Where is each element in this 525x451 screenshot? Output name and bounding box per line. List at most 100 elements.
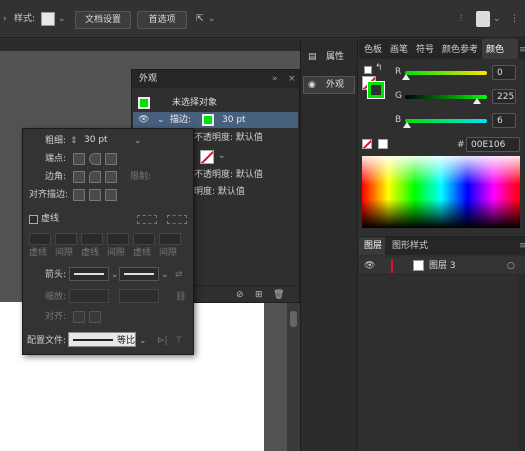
scrollbar-thumb[interactable] — [290, 311, 297, 327]
panel-menu-icon[interactable] — [476, 11, 490, 27]
align-inside-icon[interactable] — [89, 189, 101, 201]
b-value-input[interactable]: 6 — [492, 113, 516, 128]
b-slider-track[interactable] — [405, 119, 487, 123]
corner-label: 边角: — [45, 172, 67, 182]
panel-collapse-icon[interactable]: » — [272, 73, 278, 85]
tab-swatches[interactable]: 色板 — [364, 44, 382, 56]
butt-cap-icon[interactable] — [73, 153, 85, 165]
panel-menu-chevron-icon[interactable]: ⌄ — [493, 13, 501, 25]
opacity-row-2[interactable]: 不透明度: 默认值 — [194, 169, 263, 181]
start-scale-field[interactable] — [69, 289, 109, 303]
tab-color-guide[interactable]: 颜色参考 — [442, 44, 478, 56]
start-arrowhead-chevron-icon[interactable]: ⌄ — [111, 269, 119, 281]
miter-join-icon[interactable] — [73, 171, 85, 183]
stroke-expand-chevron-icon[interactable]: ⌄ — [157, 114, 165, 126]
opacity-row-3[interactable]: 明度: 默认值 — [194, 186, 245, 198]
b-slider-thumb[interactable] — [403, 122, 411, 128]
dash-field-3[interactable] — [133, 233, 155, 245]
gap-field-3[interactable] — [159, 233, 181, 245]
gap-field-2[interactable] — [107, 233, 129, 245]
dash-field-2[interactable] — [81, 233, 103, 245]
align-outside-icon[interactable] — [105, 189, 117, 201]
tab-color[interactable]: 颜色 — [486, 44, 504, 56]
arrow-extend-icon[interactable] — [73, 311, 85, 323]
appearance-dock-label[interactable]: 外观 — [326, 79, 344, 91]
stroke-color-swatch[interactable] — [202, 114, 214, 126]
color-panel-menu-icon[interactable]: ≡ — [519, 44, 525, 56]
tab-brushes[interactable]: 画笔 — [390, 44, 408, 56]
dashed-checkbox[interactable] — [29, 215, 38, 224]
stroke-label[interactable]: 描边: — [170, 114, 191, 126]
g-label: G — [395, 91, 402, 101]
gap-field-1[interactable] — [55, 233, 77, 245]
vertical-scrollbar[interactable] — [287, 303, 300, 451]
projecting-cap-icon[interactable] — [105, 153, 117, 165]
dash-field-1[interactable] — [29, 233, 51, 245]
tab-symbols[interactable]: 符号 — [416, 44, 434, 56]
arrange-icon[interactable]: ⇱ — [196, 13, 204, 25]
g-value-input[interactable]: 225 — [492, 89, 516, 104]
end-arrowhead-select[interactable] — [119, 267, 159, 281]
r-slider-thumb[interactable] — [402, 74, 410, 80]
style-dropdown-chevron-icon[interactable]: ⌄ — [58, 13, 66, 25]
tab-graphic-styles[interactable]: 图形样式 — [392, 240, 428, 252]
duplicate-item-icon[interactable]: ⊞ — [255, 289, 263, 301]
properties-label[interactable]: 属性 — [326, 51, 344, 63]
panel-close-icon[interactable]: × — [288, 73, 296, 85]
fill-none-swatch[interactable] — [200, 150, 214, 164]
flip-across-icon[interactable]: ⊤ — [175, 335, 183, 347]
weight-input[interactable]: 30 pt — [80, 133, 132, 149]
weight-dropdown-chevron-icon[interactable]: ⌄ — [134, 135, 142, 147]
align-icon[interactable]: ⫶ — [460, 13, 462, 25]
collapse-chevron-icon[interactable]: › — [3, 13, 7, 25]
start-arrowhead-select[interactable] — [69, 267, 109, 281]
arrow-place-icon[interactable] — [89, 311, 101, 323]
fill-dropdown-chevron-icon[interactable]: ⌄ — [218, 150, 226, 162]
properties-icon[interactable]: ▤ — [308, 51, 317, 63]
weight-stepper-icon[interactable]: ⇕ — [70, 135, 78, 147]
bevel-join-icon[interactable] — [105, 171, 117, 183]
g-slider-thumb[interactable] — [473, 98, 481, 104]
dashed-label: 虚线 — [41, 214, 60, 224]
align-center-icon[interactable] — [73, 189, 85, 201]
appearance-dock-icon[interactable]: ◉ — [308, 79, 316, 91]
style-swatch[interactable] — [41, 12, 55, 26]
layers-panel-menu-icon[interactable]: ≡ — [519, 240, 525, 252]
link-scale-icon[interactable]: ⛓ — [175, 291, 186, 303]
layer-name[interactable]: 图层 3 — [429, 260, 456, 272]
swap-fill-stroke-icon[interactable]: ↰ — [375, 62, 383, 74]
arrange-dropdown-chevron-icon[interactable]: ⌄ — [208, 13, 216, 25]
layer-target-icon[interactable]: ○ — [507, 260, 515, 272]
stroke-weight-value[interactable]: 30 pt — [222, 114, 246, 126]
end-scale-field[interactable] — [119, 289, 159, 303]
hex-value-input[interactable]: 00E106 — [466, 137, 520, 152]
end-arrowhead-chevron-icon[interactable]: ⌄ — [161, 269, 169, 281]
r-value-input[interactable]: 0 — [492, 65, 516, 80]
round-cap-icon[interactable] — [89, 153, 101, 165]
document-setup-button[interactable]: 文档设置 — [75, 11, 131, 29]
clear-appearance-icon[interactable]: ⊘ — [236, 289, 244, 301]
flip-along-icon[interactable]: ⊳| — [157, 335, 168, 347]
preserve-dash-icon[interactable] — [137, 215, 157, 224]
profile-dropdown-chevron-icon[interactable]: ⌄ — [139, 335, 147, 347]
color-spectrum[interactable] — [362, 156, 520, 228]
visibility-eye-icon[interactable]: 👁 — [138, 114, 149, 126]
r-slider-track[interactable] — [405, 71, 487, 75]
delete-item-icon[interactable]: 🗑 — [273, 289, 284, 301]
gap-label-3: 间隙 — [159, 248, 178, 258]
none-color-button[interactable] — [362, 139, 372, 149]
swap-arrowheads-icon[interactable]: ⇄ — [175, 269, 183, 281]
align-dash-corners-icon[interactable] — [167, 215, 187, 224]
stroke-swatch-active[interactable] — [367, 81, 385, 99]
opacity-row-1[interactable]: 不透明度: 默认值 — [194, 132, 263, 144]
preferences-button[interactable]: 首选项 — [137, 11, 187, 29]
fill-swatch-small[interactable] — [364, 66, 372, 74]
layers-scrollbar[interactable] — [518, 276, 525, 451]
white-color-button[interactable] — [378, 139, 388, 149]
options-dots-icon[interactable]: ⋮ — [510, 13, 519, 25]
appearance-panel-title[interactable]: 外观 — [139, 73, 157, 85]
round-join-icon[interactable] — [89, 171, 101, 183]
none-color-slash-icon — [363, 140, 371, 148]
tab-layers[interactable]: 图层 — [364, 240, 382, 252]
layer-visibility-eye-icon[interactable]: 👁 — [364, 260, 375, 272]
